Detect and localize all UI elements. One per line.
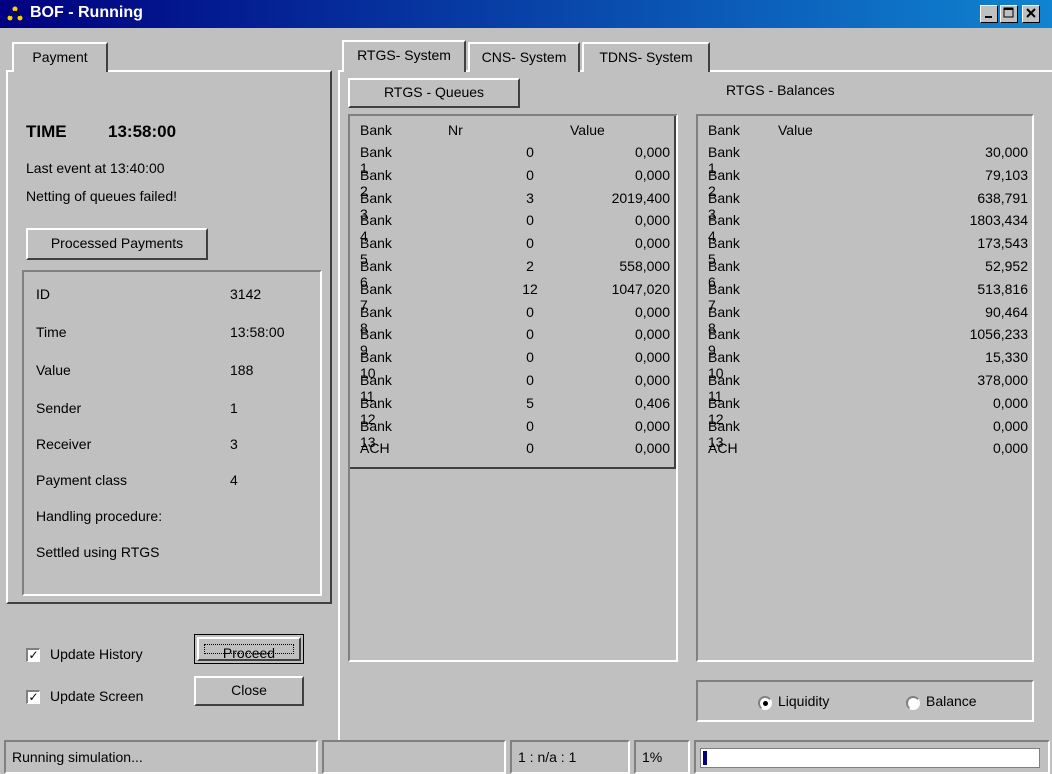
balance-value: 79,103 — [985, 166, 1028, 183]
balance-value: 0,000 — [992, 440, 1028, 457]
processed-payments-button[interactable]: Processed Payments — [26, 228, 208, 260]
queue-value: 0,000 — [634, 212, 670, 229]
status-percent: 1% — [634, 740, 690, 774]
queue-value: 0,000 — [634, 417, 670, 434]
rtgs-queues-button[interactable]: RTGS - Queues — [348, 78, 520, 108]
progress-fill — [703, 751, 707, 765]
field-value-sender: 1 — [230, 400, 238, 416]
maximize-button[interactable] — [1000, 5, 1018, 23]
field-value-receiver: 3 — [230, 436, 238, 452]
maximize-icon — [1003, 7, 1014, 18]
balance-label[interactable]: Balance — [926, 693, 977, 709]
handling-procedure-value: Settled using RTGS — [36, 544, 160, 560]
queue-value: 0,000 — [634, 166, 670, 183]
queues-list[interactable]: Bank Nr Value Bank 1 0 0,000 Bank 2 0 0,000 Ba… — [348, 114, 678, 662]
status-message: Running simulation... — [4, 740, 318, 774]
tab-tdns-system[interactable]: TDNS- System — [582, 42, 710, 72]
balance-value: 378,000 — [977, 372, 1028, 388]
update-history-checkbox[interactable]: ✓ — [26, 648, 40, 662]
window-title: BOF - Running — [30, 4, 143, 21]
field-label-sender: Sender — [36, 400, 82, 416]
tab-cns-system[interactable]: CNS- System — [468, 42, 580, 72]
view-mode-group: Liquidity Balance — [696, 680, 1034, 722]
balance-value: 52,952 — [985, 258, 1028, 274]
balance-value: 638,791 — [977, 189, 1028, 206]
radio-selected-dot — [763, 701, 768, 706]
queues-header-value: Value — [570, 122, 605, 138]
queue-value: 0,000 — [634, 349, 670, 366]
tab-payment[interactable]: Payment — [12, 42, 108, 72]
queue-value: 0,000 — [634, 372, 670, 388]
update-screen-checkbox[interactable]: ✓ — [26, 690, 40, 704]
close-button[interactable]: Close — [194, 676, 304, 706]
tab-rtgs-system[interactable]: RTGS- System — [342, 40, 466, 72]
balances-header-value: Value — [778, 122, 813, 138]
close-icon — [1026, 8, 1036, 18]
field-value-value: 188 — [230, 362, 254, 378]
field-label-value: Value — [36, 362, 71, 378]
field-value-id: 3142 — [230, 286, 262, 302]
field-label-id: ID — [36, 286, 50, 302]
queue-value: 558,000 — [619, 258, 670, 274]
balances-list[interactable]: Bank Value Bank 1 30,000 Bank 2 79,103 Bank … — [696, 114, 1034, 662]
queues-header-bank: Bank — [360, 122, 392, 138]
time-label: TIME — [26, 122, 67, 141]
balances-header-bank: Bank — [708, 122, 740, 138]
balance-value: 90,464 — [985, 303, 1028, 320]
queue-value: 0,000 — [634, 235, 670, 252]
handling-procedure-label: Handling procedure: — [36, 508, 163, 524]
minimize-button[interactable] — [980, 5, 998, 23]
balance-radio[interactable] — [906, 696, 920, 710]
field-label-time: Time — [36, 324, 67, 340]
status-ratio: 1 : n/a : 1 — [510, 740, 630, 774]
status-blank-pane — [322, 740, 506, 774]
queue-value: 0,000 — [634, 326, 670, 343]
balance-value: 1803,434 — [969, 212, 1028, 229]
status-progress-pane — [694, 740, 1050, 774]
queue-value: 0,000 — [634, 440, 670, 457]
app-icon — [7, 6, 23, 21]
balance-value: 0,000 — [992, 417, 1028, 434]
minimize-icon — [985, 16, 992, 18]
balance-value: 15,330 — [985, 349, 1028, 366]
balance-bank: ACH — [708, 440, 738, 457]
liquidity-label[interactable]: Liquidity — [778, 693, 829, 709]
time-value: 13:58:00 — [108, 122, 177, 141]
liquidity-radio[interactable] — [758, 696, 772, 710]
field-label-payment-class: Payment class — [36, 472, 128, 488]
balance-value: 173,543 — [977, 235, 1028, 252]
proceed-button-label: Proceed — [204, 644, 294, 661]
queue-value: 0,406 — [634, 394, 670, 411]
update-screen-label[interactable]: Update Screen — [50, 688, 143, 704]
netting-status-text: Netting of queues failed! — [26, 188, 177, 204]
title-bar: BOF - Running — [0, 0, 1052, 28]
queue-value: 0,000 — [634, 144, 670, 160]
balance-value: 30,000 — [985, 144, 1028, 160]
update-history-label[interactable]: Update History — [50, 646, 143, 662]
payment-details: ID 3142 Time 13:58:00 Value 188 Sender 1… — [22, 270, 322, 596]
balance-value: 513,816 — [977, 280, 1028, 297]
proceed-button[interactable]: Proceed — [194, 634, 304, 664]
field-label-receiver: Receiver — [36, 436, 92, 452]
rtgs-balances-title: RTGS - Balances — [726, 82, 835, 98]
field-value-time: 13:58:00 — [230, 324, 285, 340]
proceed-button-bevel: Proceed — [197, 637, 301, 661]
queue-value: 0,000 — [634, 303, 670, 320]
close-window-button[interactable] — [1022, 5, 1040, 23]
queues-header-nr: Nr — [448, 122, 463, 138]
queue-bank: ACH — [360, 440, 390, 457]
last-event-text: Last event at 13:40:00 — [26, 160, 165, 176]
balance-value: 1056,233 — [969, 326, 1028, 343]
queue-value: 1047,020 — [611, 280, 670, 297]
queue-value: 2019,400 — [611, 189, 670, 206]
balance-value: 0,000 — [992, 394, 1028, 411]
progress-bar — [700, 748, 1040, 768]
field-value-payment-class: 4 — [230, 472, 238, 488]
